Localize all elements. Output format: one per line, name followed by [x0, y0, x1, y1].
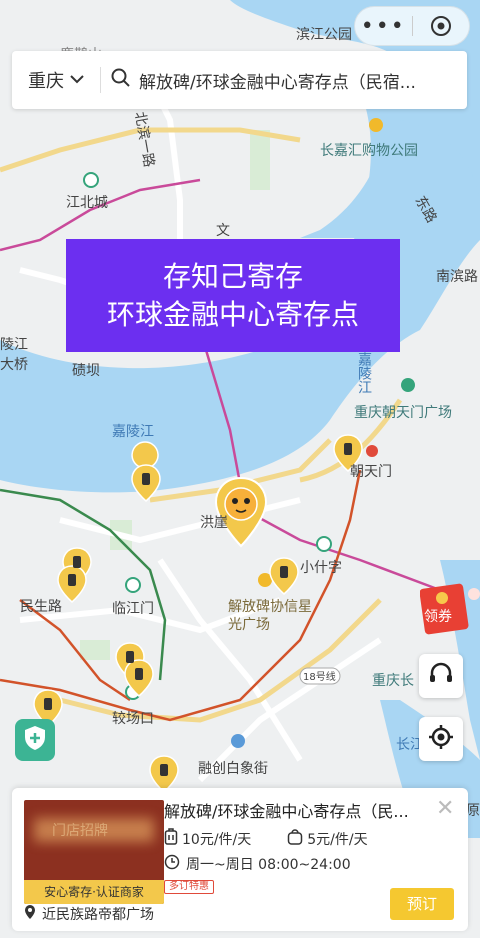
store-sign-text: 门店招牌	[52, 823, 108, 839]
map-label-rongchuang: 融创白象街	[198, 761, 268, 777]
shield-plus-icon	[22, 724, 48, 756]
location-pin-icon	[24, 904, 36, 924]
coupon-label: 领券	[424, 609, 452, 625]
store-title: 解放碑/环球金融中心寄存点（民...	[164, 802, 409, 821]
map-label-wen: 文	[216, 223, 230, 239]
headset-icon	[427, 660, 455, 692]
coupon-redpacket[interactable]: 领券	[419, 580, 480, 636]
city-label: 重庆	[28, 71, 64, 92]
map-label-binjiang-park: 滨江公园	[296, 27, 352, 43]
map-label-hongyadong: 洪崖	[200, 515, 228, 531]
search-bar: 重庆 解放碑/环球金融中心寄存点（民宿...	[12, 51, 467, 109]
map-label-qiqi: 碛坝	[72, 363, 100, 379]
price-row: 10元/件/天 5元/件/天	[164, 828, 368, 850]
locate-me-button[interactable]	[419, 717, 463, 761]
banner-store-name: 环球金融中心寄存点	[106, 297, 359, 331]
map-label-jialing-river-2: 嘉陵江	[356, 352, 372, 394]
address-row[interactable]: 近民族路帝都广场	[24, 904, 154, 924]
miniprogram-capsule: •••	[354, 6, 470, 46]
price-small: 5元/件/天	[307, 832, 368, 848]
map-label-jiaochangkou: 较场口	[112, 711, 154, 727]
store-address: 近民族路帝都广场	[42, 907, 154, 923]
banner-brand: 存知己寄存	[162, 259, 303, 293]
store-banner: 存知己寄存 环球金融中心寄存点	[66, 239, 400, 352]
map-label-nanbin-road: 南滨路	[436, 269, 478, 285]
discount-tag: 多订特惠	[164, 880, 214, 894]
hours-row: 周一~周日 08:00~24:00	[164, 854, 351, 874]
luggage-pin	[131, 441, 159, 469]
search-divider	[100, 67, 101, 93]
chevron-down-icon	[70, 72, 84, 88]
map-label-chongqing-long: 重庆长	[372, 673, 414, 689]
map-label-chaotianmen-square: 重庆朝天门广场	[354, 405, 452, 421]
map-label-linjiangmen: 临江门	[112, 601, 154, 617]
small-bag-icon	[287, 828, 303, 850]
large-luggage-icon	[164, 828, 178, 850]
customer-service-button[interactable]	[419, 654, 463, 698]
search-icon	[111, 68, 131, 92]
search-input[interactable]: 解放碑/环球金融中心寄存点（民宿...	[139, 68, 439, 93]
map-label-minsheng-road: 民生路	[20, 599, 62, 615]
map-label-jiangbei-city: 江北城	[66, 195, 108, 211]
close-card-button[interactable]: ✕	[436, 796, 454, 821]
store-card[interactable]: 门店招牌 安心寄存·认证商家 解放碑/环球金融中心寄存点（民... ✕ 10元/…	[12, 788, 468, 931]
map-label-line18: 18号线	[303, 672, 336, 683]
city-selector[interactable]: 重庆	[12, 67, 84, 93]
more-menu-button[interactable]: •••	[355, 14, 412, 39]
book-button[interactable]: 预订	[390, 888, 454, 920]
locate-icon	[427, 723, 455, 755]
map-label-changjia-mall: 长嘉汇购物公园	[320, 143, 418, 159]
map-label-lingjiang-bridge: 陵江大桥	[0, 337, 28, 373]
map-label-chaotianmen: 朝天门	[350, 464, 392, 480]
opening-hours: 周一~周日 08:00~24:00	[186, 857, 351, 873]
map-label-jiefangbei-plaza: 解放碑协信星光广场	[228, 599, 312, 633]
insurance-button[interactable]	[15, 719, 55, 761]
certified-badge: 安心寄存·认证商家	[24, 880, 164, 904]
price-large: 10元/件/天	[182, 832, 252, 848]
map-label-xiaoshizi: 小什字	[300, 560, 342, 576]
map-label-right-edge: 原	[466, 803, 480, 819]
store-thumbnail[interactable]: 门店招牌 安心寄存·认证商家	[24, 800, 164, 904]
clock-icon	[164, 854, 180, 874]
map-label-jialing-river: 嘉陵江	[112, 424, 154, 440]
close-miniprogram-button[interactable]	[413, 15, 470, 37]
